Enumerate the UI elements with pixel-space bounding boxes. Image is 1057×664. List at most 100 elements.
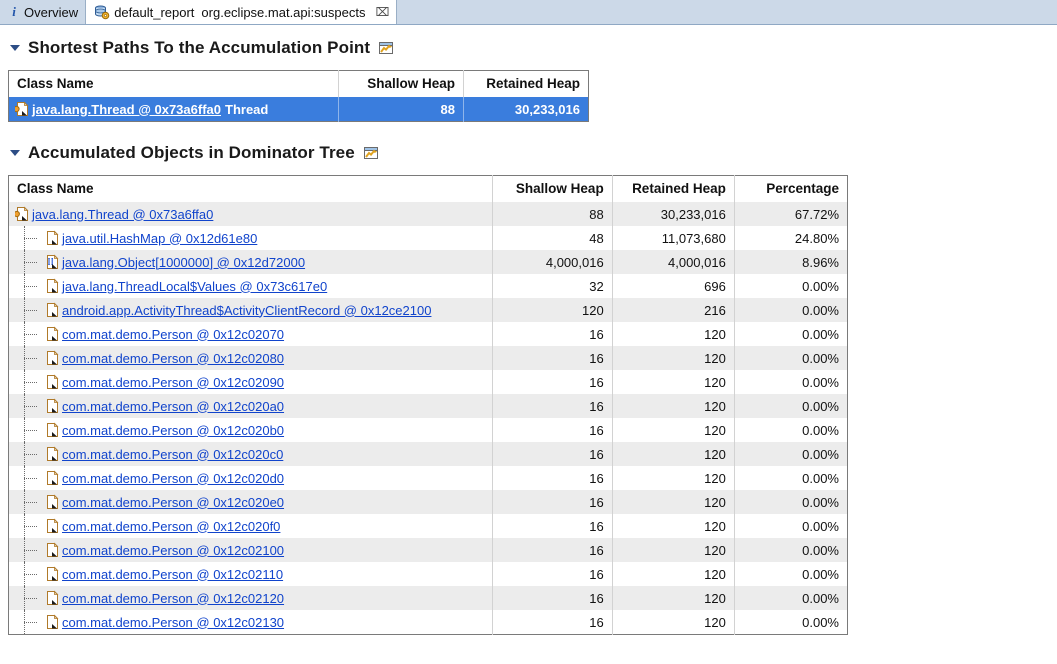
object-icon	[45, 518, 60, 534]
cell-retained-heap: 120	[612, 346, 735, 370]
section-header-shortest-paths[interactable]: Shortest Paths To the Accumulation Point	[0, 38, 1057, 58]
cell-class-name[interactable]: java.lang.Thread @ 0x73a6ffa0 Thread	[8, 97, 339, 122]
table-row[interactable]: java.util.HashMap @ 0x12d61e80 48 11,073,6…	[8, 226, 848, 250]
table-row[interactable]: java.lang.ThreadLocal$Values @ 0x73c617e…	[8, 274, 848, 298]
thread-object-icon	[13, 206, 30, 222]
cell-class-name[interactable]: com.mat.demo.Person @ 0x12c02070	[8, 322, 493, 346]
cell-class-name[interactable]: java.lang.ThreadLocal$Values @ 0x73c617e…	[8, 274, 493, 298]
tab-default-report[interactable]: default_report org.eclipse.mat.api:suspe…	[86, 0, 398, 24]
class-name-link[interactable]: android.app.ActivityThread$ActivityClien…	[62, 303, 431, 318]
class-name-link[interactable]: com.mat.demo.Person @ 0x12c02130	[62, 615, 284, 630]
class-name-link[interactable]: com.mat.demo.Person @ 0x12c02110	[62, 567, 283, 582]
cell-class-name[interactable]: java.util.HashMap @ 0x12d61e80	[8, 226, 493, 250]
cell-class-name[interactable]: com.mat.demo.Person @ 0x12c020a0	[8, 394, 493, 418]
cell-class-name[interactable]: com.mat.demo.Person @ 0x12c020e0	[8, 490, 493, 514]
table-row[interactable]: com.mat.demo.Person @ 0x12c020b0 16 120 0.0…	[8, 418, 848, 442]
section-title-shortest-paths: Shortest Paths To the Accumulation Point	[28, 38, 371, 57]
class-name-link[interactable]: com.mat.demo.Person @ 0x12c02100	[62, 543, 284, 558]
cell-shallow-heap: 16	[492, 610, 613, 635]
class-name-link[interactable]: com.mat.demo.Person @ 0x12c020f0	[62, 519, 280, 534]
shortest-paths-table: Class Name Shallow Heap Retained Heap ja…	[8, 70, 589, 122]
class-name-link[interactable]: com.mat.demo.Person @ 0x12c02080	[62, 351, 284, 366]
open-in-pane-icon[interactable]	[378, 41, 394, 55]
collapse-twisty-icon[interactable]	[10, 45, 20, 51]
cell-class-name[interactable]: com.mat.demo.Person @ 0x12c02080	[8, 346, 493, 370]
column-header-class-name[interactable]: Class Name	[8, 70, 339, 97]
table-row[interactable]: com.mat.demo.Person @ 0x12c02080 16 120 0.0…	[8, 346, 848, 370]
table-row[interactable]: java.lang.Object[1000000] @ 0x12d72000 4,…	[8, 250, 848, 274]
tree-connector-line	[15, 394, 45, 418]
table-row[interactable]: com.mat.demo.Person @ 0x12c020e0 16 120 0.0…	[8, 490, 848, 514]
class-name-link[interactable]: com.mat.demo.Person @ 0x12c020d0	[62, 471, 284, 486]
open-in-pane-icon[interactable]	[363, 146, 379, 160]
tree-connector-line	[15, 226, 45, 250]
cell-class-name[interactable]: android.app.ActivityThread$ActivityClien…	[8, 298, 493, 322]
column-header-percentage[interactable]: Percentage	[734, 175, 848, 202]
cell-class-name[interactable]: com.mat.demo.Person @ 0x12c020f0	[8, 514, 493, 538]
cell-retained-heap: 11,073,680	[612, 226, 735, 250]
cell-shallow-heap: 16	[492, 370, 613, 394]
thread-object-icon	[13, 101, 30, 117]
table-row[interactable]: com.mat.demo.Person @ 0x12c02100 16 120 0.0…	[8, 538, 848, 562]
table-row[interactable]: com.mat.demo.Person @ 0x12c02130 16 120 0.0…	[8, 610, 848, 635]
table-row[interactable]: java.lang.Thread @ 0x73a6ffa0 Thread 88 …	[8, 97, 589, 122]
table-row[interactable]: com.mat.demo.Person @ 0x12c020f0 16 120 0.0…	[8, 514, 848, 538]
object-icon	[45, 302, 60, 318]
cell-retained-heap: 120	[612, 586, 735, 610]
class-name-link[interactable]: com.mat.demo.Person @ 0x12c020b0	[62, 423, 284, 438]
column-header-shallow-heap[interactable]: Shallow Heap	[492, 175, 613, 202]
cell-class-name[interactable]: com.mat.demo.Person @ 0x12c02110	[8, 562, 493, 586]
cell-class-name[interactable]: java.lang.Thread @ 0x73a6ffa0	[8, 202, 493, 226]
cell-class-name[interactable]: com.mat.demo.Person @ 0x12c020d0	[8, 466, 493, 490]
close-icon[interactable]: ⌧	[375, 6, 389, 18]
cell-retained-heap: 120	[612, 442, 735, 466]
table-row[interactable]: android.app.ActivityThread$ActivityClien…	[8, 298, 848, 322]
column-header-shallow-heap[interactable]: Shallow Heap	[338, 70, 464, 97]
cell-shallow-heap: 48	[492, 226, 613, 250]
object-icon	[45, 494, 60, 510]
cell-class-name[interactable]: com.mat.demo.Person @ 0x12c02100	[8, 538, 493, 562]
table-row[interactable]: com.mat.demo.Person @ 0x12c020c0 16 120 0.0…	[8, 442, 848, 466]
cell-class-name[interactable]: com.mat.demo.Person @ 0x12c02090	[8, 370, 493, 394]
section-header-accumulated-objects[interactable]: Accumulated Objects in Dominator Tree	[0, 143, 1057, 163]
class-name-link[interactable]: java.util.HashMap @ 0x12d61e80	[62, 231, 257, 246]
tree-connector-line	[15, 514, 45, 538]
cell-shallow-heap: 16	[492, 466, 613, 490]
table-row[interactable]: com.mat.demo.Person @ 0x12c020d0 16 120 0.0…	[8, 466, 848, 490]
cell-class-name[interactable]: com.mat.demo.Person @ 0x12c02120	[8, 586, 493, 610]
column-header-retained-heap[interactable]: Retained Heap	[463, 70, 589, 97]
object-icon	[45, 614, 60, 630]
cell-shallow-heap: 16	[492, 538, 613, 562]
class-name-link[interactable]: java.lang.Thread @ 0x73a6ffa0	[32, 102, 221, 117]
cell-percentage: 0.00%	[734, 370, 848, 394]
class-name-link[interactable]: com.mat.demo.Person @ 0x12c02070	[62, 327, 284, 342]
class-name-link[interactable]: com.mat.demo.Person @ 0x12c02120	[62, 591, 284, 606]
class-name-link[interactable]: com.mat.demo.Person @ 0x12c020a0	[62, 399, 284, 414]
cell-percentage: 24.80%	[734, 226, 848, 250]
cell-class-name[interactable]: com.mat.demo.Person @ 0x12c020b0	[8, 418, 493, 442]
cell-class-name[interactable]: java.lang.Object[1000000] @ 0x12d72000	[8, 250, 493, 274]
class-name-link[interactable]: java.lang.Thread @ 0x73a6ffa0	[32, 207, 213, 222]
cell-class-name[interactable]: com.mat.demo.Person @ 0x12c020c0	[8, 442, 493, 466]
cell-percentage: 0.00%	[734, 562, 848, 586]
table-row[interactable]: java.lang.Thread @ 0x73a6ffa0 88 30,233,01…	[8, 202, 848, 226]
tab-overview[interactable]: i Overview	[0, 0, 87, 24]
table-row[interactable]: com.mat.demo.Person @ 0x12c02110 16 120 0.0…	[8, 562, 848, 586]
class-name-link[interactable]: java.lang.ThreadLocal$Values @ 0x73c617e…	[62, 279, 327, 294]
table-row[interactable]: com.mat.demo.Person @ 0x12c02090 16 120 0.0…	[8, 370, 848, 394]
table-row[interactable]: com.mat.demo.Person @ 0x12c02070 16 120 0.0…	[8, 322, 848, 346]
collapse-twisty-icon[interactable]	[10, 150, 20, 156]
class-name-link[interactable]: com.mat.demo.Person @ 0x12c020e0	[62, 495, 284, 510]
class-name-link[interactable]: com.mat.demo.Person @ 0x12c020c0	[62, 447, 283, 462]
class-name-link[interactable]: java.lang.Object[1000000] @ 0x12d72000	[62, 255, 305, 270]
tree-connector-line	[15, 346, 45, 370]
cell-class-name[interactable]: com.mat.demo.Person @ 0x12c02130	[8, 610, 493, 635]
table-row[interactable]: com.mat.demo.Person @ 0x12c02120 16 120 0.0…	[8, 586, 848, 610]
class-name-link[interactable]: com.mat.demo.Person @ 0x12c02090	[62, 375, 284, 390]
column-header-retained-heap[interactable]: Retained Heap	[612, 175, 735, 202]
column-header-class-name[interactable]: Class Name	[8, 175, 493, 202]
tree-connector-line	[15, 610, 45, 634]
table-row[interactable]: com.mat.demo.Person @ 0x12c020a0 16 120 0.0…	[8, 394, 848, 418]
object-icon	[45, 470, 60, 486]
cell-retained-heap: 120	[612, 370, 735, 394]
